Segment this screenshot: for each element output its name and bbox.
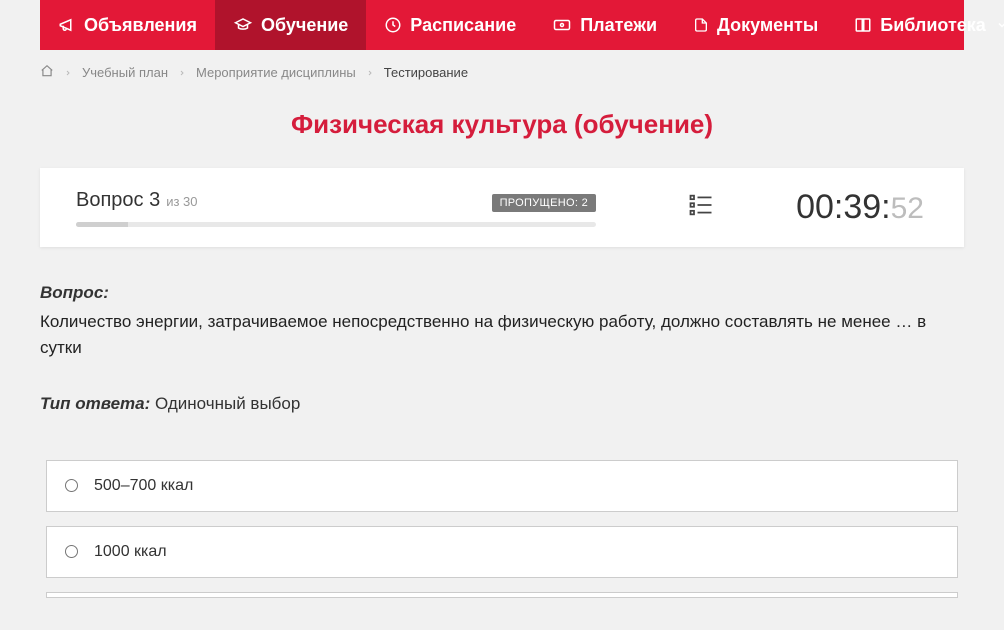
breadcrumb-separator [64,68,72,78]
nav-library[interactable]: Библиотека [836,0,1004,50]
megaphone-icon [58,16,76,34]
clock-icon [384,16,402,34]
graduation-cap-icon [233,16,253,34]
answer-text: 1000 ккал [94,543,167,561]
list-icon [686,191,716,219]
breadcrumb: Учебный план Мероприятие дисциплины Тест… [10,50,994,91]
question-number: Вопрос 3 [76,189,160,212]
page-title: Физическая культура (обучение) [10,109,994,140]
nav-documents[interactable]: Документы [675,0,836,50]
nav-announcements[interactable]: Объявления [40,0,215,50]
question-list-button[interactable] [686,191,716,224]
answer-option[interactable]: 500–700 ккал [46,460,958,512]
nav-label: Платежи [580,15,657,36]
answers-list: 500–700 ккал 1000 ккал [40,460,964,598]
answer-type-value: Одиночный выбор [155,394,300,413]
breadcrumb-separator [366,68,374,78]
question-text: Количество энергии, затрачиваемое непоср… [40,309,964,362]
question-heading: Вопрос: [40,283,964,303]
answer-radio[interactable] [65,545,78,558]
timer: 00:39:52 [796,188,924,227]
top-nav: Объявления Обучение Расписание Платежи Д… [40,0,964,50]
status-card: Вопрос 3 из 30 ПРОПУЩЕНО: 2 00:39:52 [40,168,964,247]
answer-text: 500–700 ккал [94,477,193,495]
nav-education[interactable]: Обучение [215,0,366,50]
answer-option[interactable]: 1000 ккал [46,526,958,578]
answer-type-label: Тип ответа: [40,394,150,413]
nav-label: Документы [717,15,818,36]
breadcrumb-home[interactable] [40,64,54,81]
document-icon [693,16,709,34]
nav-label: Библиотека [880,15,986,36]
answer-radio[interactable] [65,479,78,492]
breadcrumb-current: Тестирование [384,65,468,80]
progress-fill [76,222,128,227]
nav-label: Расписание [410,15,516,36]
chevron-down-icon [996,19,1004,31]
timer-main: 00:39: [796,188,891,227]
nav-label: Объявления [84,15,197,36]
home-icon [40,64,54,78]
breadcrumb-study-plan[interactable]: Учебный план [82,65,168,80]
nav-label: Обучение [261,15,348,36]
nav-payments[interactable]: Платежи [534,0,675,50]
skipped-badge: ПРОПУЩЕНО: 2 [492,194,596,212]
question-total: из 30 [166,194,197,209]
answer-option[interactable] [46,592,958,598]
book-icon [854,16,872,34]
progress-bar [76,222,596,227]
nav-schedule[interactable]: Расписание [366,0,534,50]
timer-seconds: 52 [891,192,924,226]
payment-icon [552,16,572,34]
breadcrumb-separator [178,68,186,78]
breadcrumb-discipline-event[interactable]: Мероприятие дисциплины [196,65,356,80]
